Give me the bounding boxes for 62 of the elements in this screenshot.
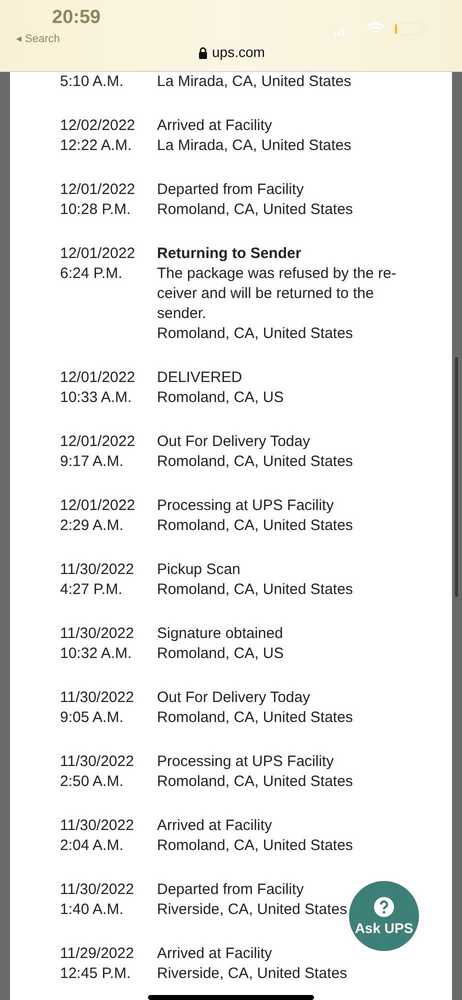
event-time: 6:24 P.M.	[60, 264, 124, 284]
event-location: Romoland, CA, United States	[157, 516, 353, 536]
event-status: Out For Delivery Today	[157, 432, 310, 452]
event-time: 4:27 P.M.	[60, 580, 124, 600]
event-location: Romoland, CA, US	[157, 388, 284, 408]
event-date: 11/30/2022	[60, 688, 135, 708]
event-date: 12/02/2022	[60, 116, 136, 136]
event-date: 11/30/2022	[60, 560, 135, 580]
event-date: 12/01/2022	[60, 496, 136, 516]
event-date: 11/30/2022	[60, 816, 135, 836]
lock-icon	[198, 47, 208, 59]
event-status: DELIVERED	[157, 368, 242, 388]
event-location: La Mirada, CA, United States	[157, 136, 352, 156]
event-location: Riverside, CA, United States	[157, 900, 348, 920]
event-status: Pickup Scan	[157, 560, 240, 580]
event-time: 5:10 A.M.	[60, 72, 124, 92]
event-time: 12:22 A.M.	[60, 136, 133, 156]
clock: 20:59	[52, 8, 101, 27]
event-location: Romoland, CA, United States	[157, 452, 353, 472]
wifi-icon	[366, 22, 384, 35]
event-time: 2:50 A.M.	[60, 772, 124, 792]
event-date: 12/01/2022	[60, 244, 136, 264]
event-date: 11/30/2022	[60, 752, 135, 772]
event-time: 1:40 A.M.	[60, 900, 124, 920]
event-status: Processing at UPS Facility	[157, 752, 334, 772]
event-location: Riverside, CA, United States	[157, 964, 348, 984]
event-location: Romoland, CA, United States	[157, 324, 353, 344]
event-status: Departed from Facility	[157, 180, 304, 200]
event-status: Returning to Sender	[157, 244, 302, 264]
event-location: Romoland, CA, US	[157, 644, 284, 664]
event-status: Departed from Facility	[157, 880, 304, 900]
address-text[interactable]: ups.com	[212, 45, 265, 59]
event-time: 10:33 A.M.	[60, 388, 133, 408]
event-date: 12/01/2022	[60, 180, 136, 200]
event-time: 2:04 A.M.	[60, 836, 124, 856]
question-icon	[374, 897, 394, 917]
event-time: 10:28 P.M.	[60, 200, 132, 220]
event-time: 12:45 P.M.	[60, 964, 132, 984]
event-description: The package was refused by the re-ceiver and will be returned to the sender.	[157, 264, 398, 324]
event-date: 12/01/2022	[60, 368, 136, 388]
event-location: Romoland, CA, United States	[157, 772, 353, 792]
event-status: Arrived at Facility	[157, 944, 272, 964]
event-location: Romoland, CA, United States	[157, 580, 353, 600]
event-time: 9:17 A.M.	[60, 452, 124, 472]
event-location: Romoland, CA, United States	[157, 200, 353, 220]
event-location: La Mirada, CA, United States	[157, 72, 352, 92]
event-status: Processing at UPS Facility	[157, 496, 334, 516]
event-date: 11/30/2022	[60, 880, 135, 900]
event-date: 11/30/2022	[60, 624, 135, 644]
event-date: 11/29/2022	[60, 944, 135, 964]
back-link[interactable]: ◂ Search	[16, 34, 60, 45]
event-status: Out For Delivery Today	[157, 688, 310, 708]
event-time: 10:32 A.M.	[60, 644, 133, 664]
event-location: Romoland, CA, United States	[157, 708, 353, 728]
battery-icon	[392, 22, 428, 36]
event-status: Signature obtained	[157, 624, 283, 644]
event-location: Romoland, CA, United States	[157, 836, 353, 856]
event-time: 9:05 A.M.	[60, 708, 124, 728]
event-status: Arrived at Facility	[157, 116, 272, 136]
event-status: Arrived at Facility	[157, 816, 272, 836]
event-time: 2:29 A.M.	[60, 516, 124, 536]
event-date: 12/01/2022	[60, 432, 136, 452]
